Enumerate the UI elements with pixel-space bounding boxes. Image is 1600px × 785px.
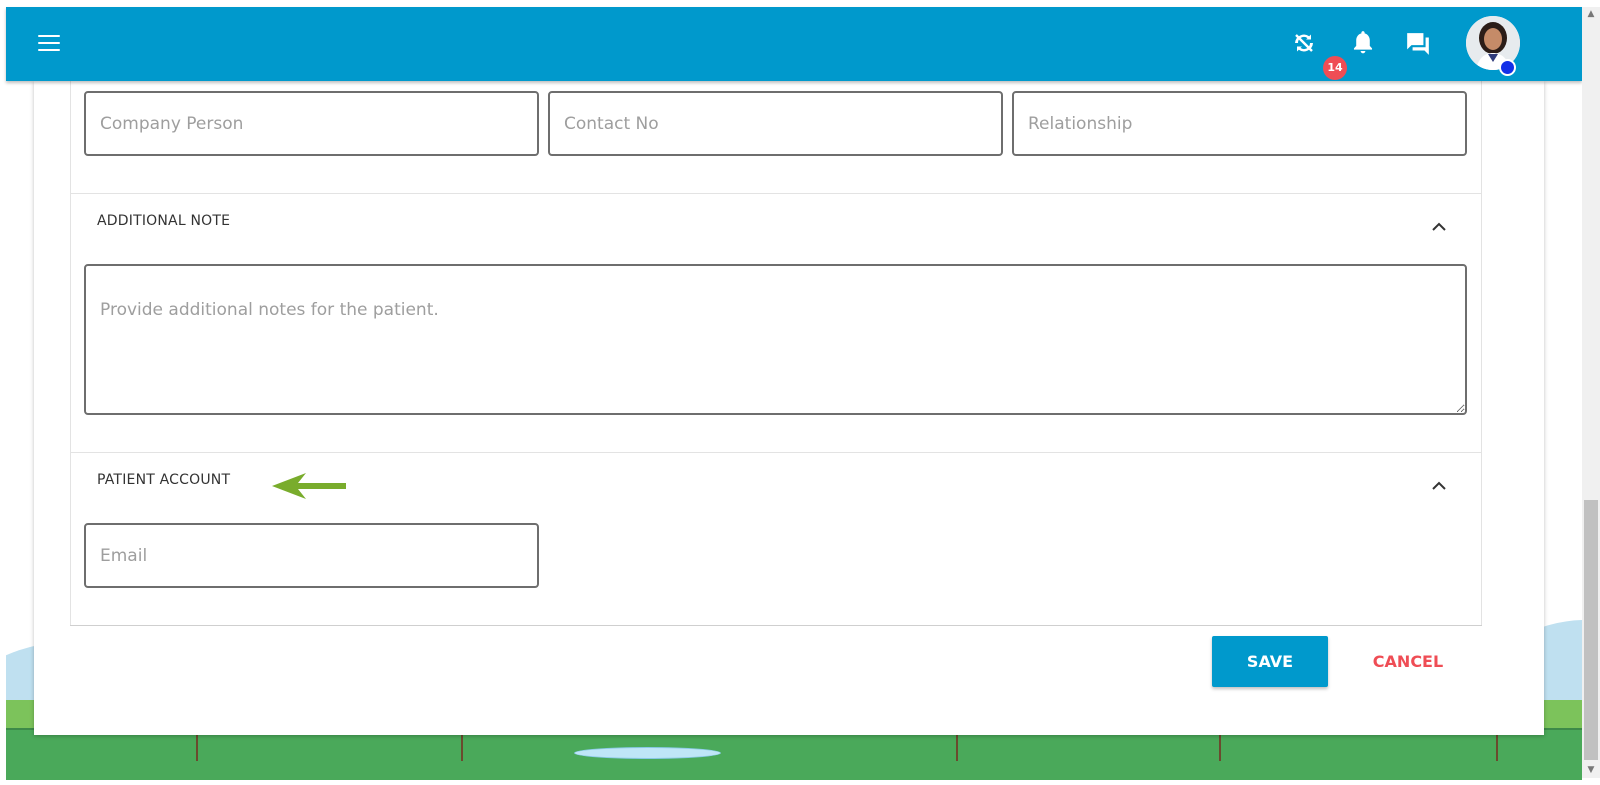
additional-notes-textarea[interactable] (84, 264, 1467, 415)
scroll-up-arrow-icon[interactable]: ▲ (1584, 7, 1598, 21)
patient-form-card: ADDITIONAL NOTE PATIENT ACCOUNT SAVE CAN… (34, 81, 1544, 735)
relationship-input[interactable] (1012, 91, 1467, 156)
save-button[interactable]: SAVE (1212, 636, 1328, 687)
collapse-chevron-up-icon[interactable] (1431, 217, 1447, 231)
online-status-dot (1499, 59, 1516, 76)
contact-no-input[interactable] (548, 91, 1003, 156)
scrollbar-thumb[interactable] (1584, 500, 1598, 760)
tree-icon (1219, 735, 1221, 761)
annotation-arrow-icon (272, 470, 352, 502)
tree-icon (461, 735, 463, 761)
company-person-input[interactable] (84, 91, 539, 156)
tree-icon (956, 735, 958, 761)
email-input[interactable] (84, 523, 539, 588)
notification-bell-icon[interactable] (1350, 29, 1376, 55)
panel-bottom-border (70, 625, 1482, 626)
tree-icon (196, 735, 198, 761)
section-divider (70, 452, 1482, 453)
patient-account-title: PATIENT ACCOUNT (97, 472, 231, 488)
sync-disabled-icon[interactable] (1292, 31, 1318, 57)
hamburger-menu-icon[interactable] (38, 35, 60, 53)
additional-note-title: ADDITIONAL NOTE (97, 213, 231, 229)
scroll-down-arrow-icon[interactable]: ▼ (1584, 763, 1598, 777)
background-ground (6, 730, 1582, 780)
section-divider (70, 193, 1482, 194)
notification-count-badge: 14 (1323, 56, 1347, 80)
chat-icon[interactable] (1405, 31, 1431, 57)
cancel-button[interactable]: CANCEL (1353, 636, 1463, 687)
background-pond (574, 747, 721, 759)
tree-icon (1496, 735, 1498, 761)
collapse-chevron-up-icon[interactable] (1431, 476, 1447, 490)
